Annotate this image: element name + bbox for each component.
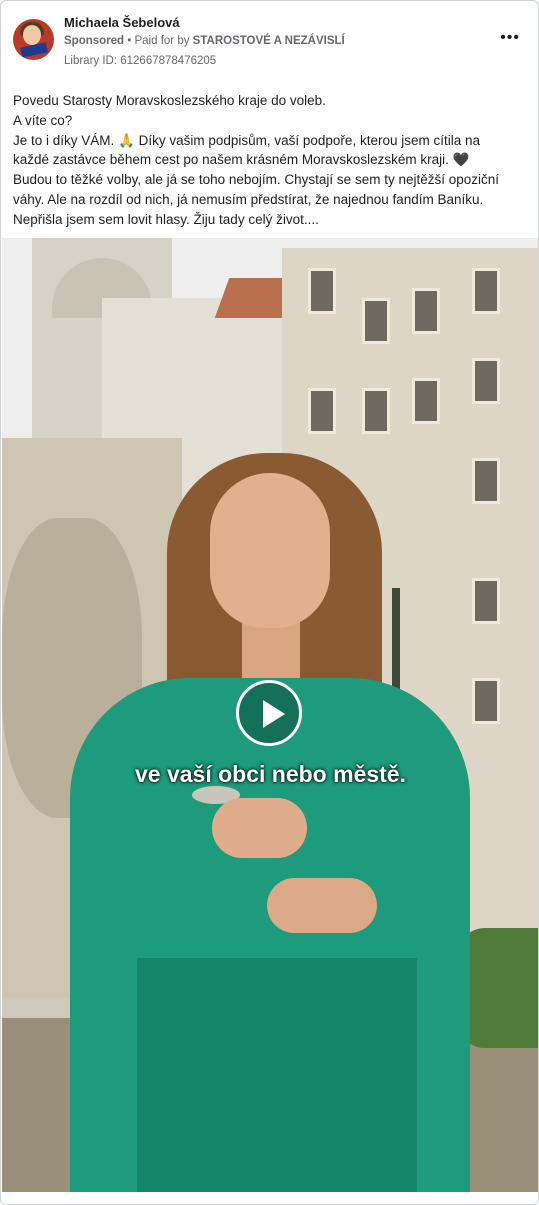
dress-skirt <box>137 958 417 1192</box>
library-id: Library ID: 612667878476205 <box>64 55 217 67</box>
hand <box>212 798 307 858</box>
paid-for-by[interactable]: STAROSTOVÉ A NEZÁVISLÍ <box>193 35 345 47</box>
post-text-line: Budou to těžké volby, ale já se toho neb… <box>13 172 500 188</box>
post-text-line: každé zastávce během cest po našem krásn… <box>13 152 470 168</box>
play-icon[interactable] <box>236 680 302 746</box>
post-header: Michaela Šebelová Sponsored • Paid for b… <box>13 13 528 73</box>
post-text-line: váhy. Ale na rozdíl od nich, já nemusím … <box>13 191 484 207</box>
post-text-line: A víte co? <box>13 112 73 128</box>
sponsored-label: Sponsored <box>64 35 125 47</box>
video-caption: ve vaší obci nebo městě. <box>134 761 406 787</box>
author-avatar[interactable] <box>13 19 54 60</box>
ad-card: Michaela Šebelová Sponsored • Paid for b… <box>0 0 539 1205</box>
post-text-line: Nepřišla jsem sem lovit hlasy. Žiju tady… <box>13 211 319 227</box>
video-player[interactable]: ve vaší obci nebo městě. <box>2 238 538 1192</box>
post-text: Povedu Starosty Moravskoslezského kraje … <box>13 91 528 230</box>
person-face <box>210 473 330 628</box>
more-horizontal-icon[interactable]: ••• <box>500 30 520 46</box>
author-name[interactable]: Michaela Šebelová <box>64 15 180 30</box>
paid-for-prefix: • Paid for by <box>127 35 190 47</box>
sponsor-line: Sponsored • Paid for by STAROSTOVÉ A NEZ… <box>64 35 345 47</box>
hand <box>267 878 377 933</box>
post-text-line: Povedu Starosty Moravskoslezského kraje … <box>13 93 326 108</box>
post-text-line: Je to i díky VÁM. 🙏 Díky vašim podpisům,… <box>13 132 480 148</box>
